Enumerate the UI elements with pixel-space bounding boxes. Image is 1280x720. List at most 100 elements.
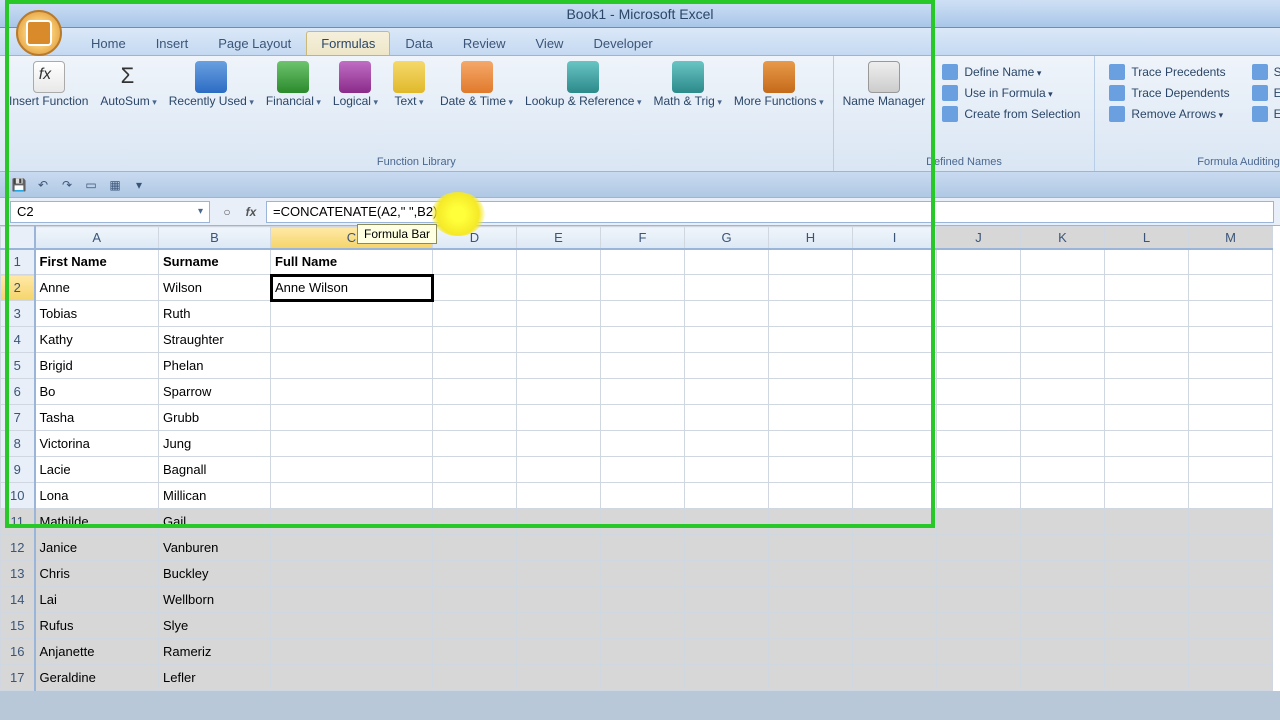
cell[interactable]: [685, 249, 769, 275]
cell[interactable]: [517, 457, 601, 483]
cell[interactable]: [1105, 353, 1189, 379]
cell[interactable]: [1189, 327, 1273, 353]
cell[interactable]: [601, 249, 685, 275]
cell[interactable]: [433, 639, 517, 665]
insert-function-button[interactable]: Insert Function: [4, 58, 93, 112]
cell[interactable]: Geraldine: [35, 665, 159, 691]
tab-view[interactable]: View: [521, 31, 579, 55]
tab-developer[interactable]: Developer: [578, 31, 667, 55]
cell[interactable]: [601, 353, 685, 379]
cell[interactable]: [769, 431, 853, 457]
cell[interactable]: [271, 379, 433, 405]
cell[interactable]: [685, 613, 769, 639]
col-header-E[interactable]: E: [517, 227, 601, 249]
cell[interactable]: Jung: [159, 431, 271, 457]
cell[interactable]: [1021, 613, 1105, 639]
cell[interactable]: Millican: [159, 483, 271, 509]
cell[interactable]: [271, 405, 433, 431]
cell[interactable]: [685, 353, 769, 379]
cell[interactable]: Lai: [35, 587, 159, 613]
cell[interactable]: [1021, 457, 1105, 483]
cell[interactable]: [433, 665, 517, 691]
cell[interactable]: [601, 483, 685, 509]
cell[interactable]: [769, 561, 853, 587]
worksheet-grid[interactable]: A B C D E F G H I J K L M 1First NameSur…: [0, 226, 1273, 691]
new-icon[interactable]: ▭: [82, 176, 100, 194]
cell[interactable]: [937, 509, 1021, 535]
cell[interactable]: [685, 301, 769, 327]
cell[interactable]: [853, 301, 937, 327]
use-in-formula-button[interactable]: Use in Formula: [938, 83, 1084, 103]
cell[interactable]: [685, 665, 769, 691]
cell[interactable]: [1021, 379, 1105, 405]
cell[interactable]: [769, 353, 853, 379]
cell[interactable]: [517, 483, 601, 509]
cell[interactable]: [433, 431, 517, 457]
cell[interactable]: Chris: [35, 561, 159, 587]
cell[interactable]: [433, 561, 517, 587]
cell[interactable]: [685, 639, 769, 665]
cell[interactable]: [601, 665, 685, 691]
more-functions-button[interactable]: More Functions: [729, 58, 829, 112]
cell[interactable]: [433, 327, 517, 353]
cell[interactable]: [1189, 483, 1273, 509]
cell[interactable]: [937, 483, 1021, 509]
cell[interactable]: [937, 665, 1021, 691]
cell[interactable]: [517, 275, 601, 301]
cell[interactable]: [1105, 483, 1189, 509]
cell[interactable]: [1105, 405, 1189, 431]
cell[interactable]: [433, 509, 517, 535]
cell[interactable]: [853, 431, 937, 457]
cell[interactable]: [937, 639, 1021, 665]
create-from-selection-button[interactable]: Create from Selection: [938, 104, 1084, 124]
cell[interactable]: [1021, 483, 1105, 509]
remove-arrows-button[interactable]: Remove Arrows: [1105, 104, 1233, 124]
cell[interactable]: [1105, 327, 1189, 353]
cell[interactable]: [601, 613, 685, 639]
cell[interactable]: [601, 639, 685, 665]
cell[interactable]: [517, 561, 601, 587]
cell[interactable]: [853, 275, 937, 301]
cell[interactable]: [685, 405, 769, 431]
cell[interactable]: [1105, 379, 1189, 405]
cell[interactable]: [601, 535, 685, 561]
cell[interactable]: [601, 405, 685, 431]
row-header[interactable]: 13: [1, 561, 35, 587]
evaluate-formula-button[interactable]: Evaluate Formula: [1248, 104, 1280, 124]
row-header[interactable]: 9: [1, 457, 35, 483]
row-header[interactable]: 10: [1, 483, 35, 509]
cell[interactable]: [685, 561, 769, 587]
cell[interactable]: [1021, 561, 1105, 587]
cell[interactable]: Anne: [35, 275, 159, 301]
cell[interactable]: [1105, 587, 1189, 613]
financial-button[interactable]: Financial: [261, 58, 326, 112]
define-name-button[interactable]: Define Name: [938, 62, 1084, 82]
cell[interactable]: [937, 431, 1021, 457]
row-header[interactable]: 11: [1, 509, 35, 535]
cell[interactable]: [769, 405, 853, 431]
cell[interactable]: [1105, 535, 1189, 561]
fx-icon[interactable]: fx: [240, 201, 262, 223]
cell[interactable]: [517, 535, 601, 561]
save-icon[interactable]: 💾: [10, 176, 28, 194]
recently-used-button[interactable]: Recently Used: [164, 58, 259, 112]
cell[interactable]: [769, 379, 853, 405]
show-formulas-button[interactable]: Show Formulas: [1248, 62, 1280, 82]
cell[interactable]: [1189, 587, 1273, 613]
cell[interactable]: [601, 301, 685, 327]
cell[interactable]: [1189, 509, 1273, 535]
cell[interactable]: Rufus: [35, 613, 159, 639]
cell[interactable]: [769, 639, 853, 665]
cell[interactable]: [937, 587, 1021, 613]
cell[interactable]: [601, 587, 685, 613]
cell[interactable]: [937, 379, 1021, 405]
cell[interactable]: [271, 535, 433, 561]
select-all-button[interactable]: [1, 227, 35, 249]
cell[interactable]: [1021, 327, 1105, 353]
cell[interactable]: [1021, 275, 1105, 301]
text-button[interactable]: Text: [385, 58, 433, 112]
cell[interactable]: [937, 535, 1021, 561]
cell[interactable]: Bagnall: [159, 457, 271, 483]
cell[interactable]: [937, 457, 1021, 483]
row-header[interactable]: 14: [1, 587, 35, 613]
